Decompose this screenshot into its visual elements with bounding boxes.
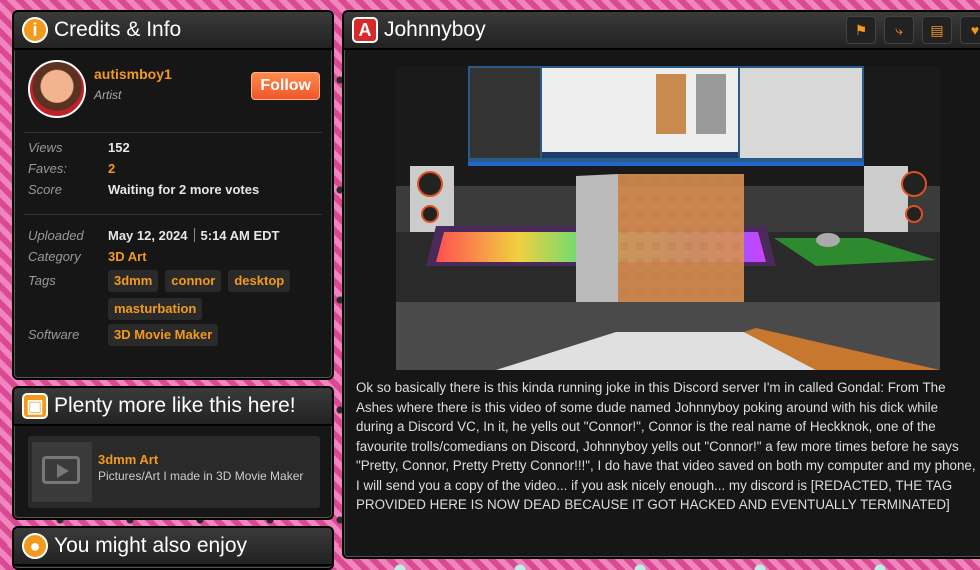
play-icon (42, 456, 80, 484)
toolbar: ⚑ ⤷ ▤ ♥ (846, 16, 980, 44)
credits-panel: i Credits & Info autismboy1 Artist Follo… (12, 10, 334, 380)
chat-icon[interactable]: ▤ (922, 16, 952, 44)
share-icon[interactable]: ⤷ (884, 16, 914, 44)
enjoy-icon: ● (22, 533, 48, 559)
playlist-subtitle: Pictures/Art I made in 3D Movie Maker (98, 469, 304, 483)
playlist-card[interactable]: 3dmm Art Pictures/Art I made in 3D Movie… (28, 436, 320, 508)
artwork-image[interactable] (396, 66, 940, 370)
credits-header: i Credits & Info (14, 12, 332, 50)
artwork-svg (396, 66, 940, 370)
enjoy-title: You might also enjoy (54, 534, 248, 557)
date-separator (193, 228, 195, 242)
divider (24, 214, 322, 215)
software-label: Software (28, 327, 80, 342)
software-link[interactable]: 3D Movie Maker (108, 324, 219, 346)
credits-title: Credits & Info (54, 18, 182, 41)
flag-icon[interactable]: ⚑ (846, 16, 876, 44)
stat-value: 152 (108, 140, 130, 155)
stat-label: Views (28, 140, 63, 155)
upload-time: 5:14 AM EDT (200, 228, 280, 243)
more-title: Plenty more like this here! (54, 394, 296, 417)
tag-desktop[interactable]: desktop (228, 270, 291, 292)
username-link[interactable]: autismboy1 (94, 66, 172, 82)
tag-connor[interactable]: connor (165, 270, 222, 292)
stat-value: Waiting for 2 more votes (108, 182, 260, 197)
more-header: ▣ Plenty more like this here! (14, 388, 332, 426)
uploaded-value: May 12, 2024 5:14 AM EDT (108, 225, 280, 246)
artist-a-icon: A (352, 17, 378, 43)
stats-block: Views 152 Faves: 2 Score Waiting for 2 m… (24, 133, 322, 346)
glasses-icon: ▣ (22, 393, 48, 419)
user-row: autismboy1 Artist Follow (24, 50, 322, 133)
category-link[interactable]: 3D Art (108, 246, 147, 267)
category-row: Category 3D Art (24, 246, 322, 267)
info-icon: i (22, 17, 48, 43)
main-panel: A Johnnyboy ⚑ ⤷ ▤ ♥ Ok so basically ther… (342, 10, 980, 559)
enjoy-header: ● You might also enjoy (14, 528, 332, 566)
stat-label: Faves: (28, 161, 68, 176)
heart-icon[interactable]: ♥ (960, 16, 980, 44)
category-label: Category (28, 249, 81, 264)
follow-button[interactable]: Follow (251, 72, 320, 100)
avatar[interactable] (28, 60, 86, 118)
uploaded-label: Uploaded (28, 228, 84, 243)
stat-views: Views 152 (24, 137, 322, 158)
tag-masturbation[interactable]: masturbation (108, 298, 203, 320)
stat-label: Score (28, 182, 62, 197)
tags-row: Tags 3dmm connor desktop masturbation (24, 270, 322, 320)
submission-title: Johnnyboy (384, 18, 486, 41)
main-header: A Johnnyboy ⚑ ⤷ ▤ ♥ (344, 12, 980, 50)
playlist-title[interactable]: 3dmm Art (98, 452, 158, 467)
stat-faves: Faves: 2 (24, 158, 322, 179)
description-text: Ok so basically there is this kinda runn… (356, 380, 976, 512)
tag-list: 3dmm connor desktop masturbation (108, 270, 318, 320)
upload-date: May 12, 2024 (108, 228, 188, 243)
more-panel: ▣ Plenty more like this here! 3dmm Art P… (12, 386, 334, 520)
playlist-thumbnail (32, 442, 92, 502)
uploaded-row: Uploaded May 12, 2024 5:14 AM EDT (24, 225, 322, 246)
tags-label: Tags (28, 273, 56, 288)
faves-link[interactable]: 2 (108, 158, 115, 179)
enjoy-panel: ● You might also enjoy (12, 526, 334, 570)
stat-score: Score Waiting for 2 more votes (24, 179, 322, 200)
user-role: Artist (94, 88, 122, 102)
tag-3dmm[interactable]: 3dmm (108, 270, 159, 292)
software-row: Software 3D Movie Maker (24, 324, 322, 346)
